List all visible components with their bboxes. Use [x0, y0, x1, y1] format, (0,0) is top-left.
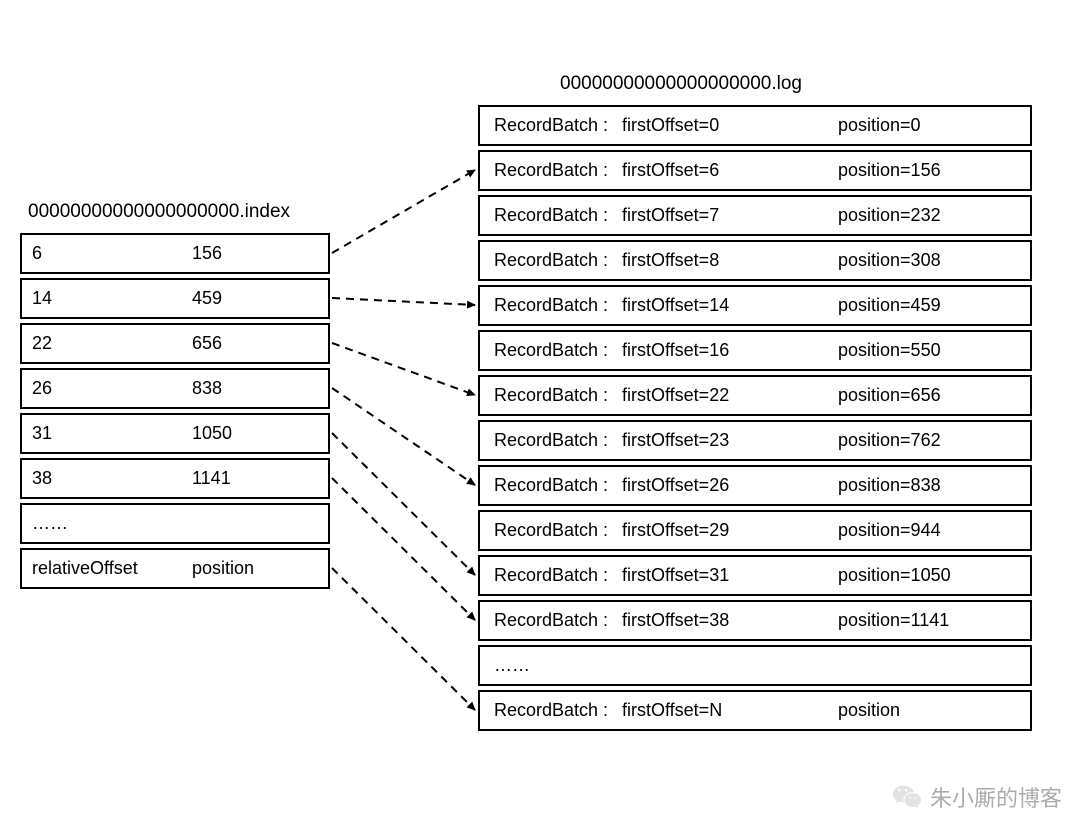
ellipsis-text: …… — [32, 513, 68, 534]
index-row: 22 656 — [20, 323, 330, 364]
log-first-offset: firstOffset=16 — [622, 340, 838, 361]
log-first-offset: firstOffset=7 — [622, 205, 838, 226]
log-row: RecordBatch : firstOffset=8 position=308 — [478, 240, 1032, 281]
log-first-offset: firstOffset=0 — [622, 115, 838, 136]
log-first-offset: firstOffset=38 — [622, 610, 838, 631]
log-prefix: RecordBatch : — [494, 115, 622, 136]
log-title: 00000000000000000000.log — [560, 73, 802, 95]
log-prefix: RecordBatch : — [494, 430, 622, 451]
log-prefix: RecordBatch : — [494, 700, 622, 721]
log-prefix: RecordBatch : — [494, 475, 622, 496]
log-prefix: RecordBatch : — [494, 295, 622, 316]
log-ellipsis: …… — [478, 645, 1032, 686]
log-first-offset: firstOffset=22 — [622, 385, 838, 406]
log-prefix: RecordBatch : — [494, 205, 622, 226]
log-first-offset: firstOffset=29 — [622, 520, 838, 541]
index-position: 838 — [192, 378, 222, 399]
index-position: 1050 — [192, 423, 232, 444]
log-first-offset: firstOffset=8 — [622, 250, 838, 271]
log-row: RecordBatch : firstOffset=29 position=94… — [478, 510, 1032, 551]
index-relative-offset: 26 — [32, 378, 192, 399]
log-first-offset: firstOffset=6 — [622, 160, 838, 181]
index-row: 6 156 — [20, 233, 330, 274]
log-row: RecordBatch : firstOffset=22 position=65… — [478, 375, 1032, 416]
index-relative-offset: 6 — [32, 243, 192, 264]
index-ellipsis: …… — [20, 503, 330, 544]
wechat-icon — [892, 782, 922, 812]
log-row: RecordBatch : firstOffset=0 position=0 — [478, 105, 1032, 146]
index-position: 459 — [192, 288, 222, 309]
log-prefix: RecordBatch : — [494, 385, 622, 406]
log-prefix: RecordBatch : — [494, 610, 622, 631]
index-footer-col2: position — [192, 558, 254, 579]
log-position: position — [838, 700, 900, 721]
index-footer-col1: relativeOffset — [32, 558, 192, 579]
log-row: RecordBatch : firstOffset=26 position=83… — [478, 465, 1032, 506]
log-first-offset: firstOffset=23 — [622, 430, 838, 451]
log-position: position=459 — [838, 295, 941, 316]
log-position: position=656 — [838, 385, 941, 406]
index-relative-offset: 38 — [32, 468, 192, 489]
log-prefix: RecordBatch : — [494, 250, 622, 271]
index-relative-offset: 14 — [32, 288, 192, 309]
log-position: position=1141 — [838, 610, 949, 631]
log-row: RecordBatch : firstOffset=23 position=76… — [478, 420, 1032, 461]
index-footer: relativeOffset position — [20, 548, 330, 589]
log-row: RecordBatch : firstOffset=14 position=45… — [478, 285, 1032, 326]
index-row: 38 1141 — [20, 458, 330, 499]
log-prefix: RecordBatch : — [494, 565, 622, 586]
watermark: 朱小厮的博客 — [892, 781, 1062, 813]
index-position: 156 — [192, 243, 222, 264]
ellipsis-text: …… — [494, 655, 530, 676]
log-position: position=838 — [838, 475, 941, 496]
log-position: position=232 — [838, 205, 941, 226]
index-title: 00000000000000000000.index — [28, 201, 290, 223]
log-first-offset: firstOffset=26 — [622, 475, 838, 496]
log-row-last: RecordBatch : firstOffset=N position — [478, 690, 1032, 731]
log-row: RecordBatch : firstOffset=7 position=232 — [478, 195, 1032, 236]
log-position: position=550 — [838, 340, 941, 361]
log-row: RecordBatch : firstOffset=6 position=156 — [478, 150, 1032, 191]
index-position: 1141 — [192, 468, 231, 489]
log-row: RecordBatch : firstOffset=16 position=55… — [478, 330, 1032, 371]
log-first-offset: firstOffset=14 — [622, 295, 838, 316]
log-row: RecordBatch : firstOffset=31 position=10… — [478, 555, 1032, 596]
watermark-text: 朱小厮的博客 — [930, 781, 1062, 813]
log-position: position=308 — [838, 250, 941, 271]
log-position: position=762 — [838, 430, 941, 451]
log-position: position=0 — [838, 115, 921, 136]
index-row: 14 459 — [20, 278, 330, 319]
log-first-offset: firstOffset=31 — [622, 565, 838, 586]
index-position: 656 — [192, 333, 222, 354]
log-prefix: RecordBatch : — [494, 340, 622, 361]
index-relative-offset: 22 — [32, 333, 192, 354]
log-first-offset: firstOffset=N — [622, 700, 838, 721]
log-position: position=944 — [838, 520, 941, 541]
index-relative-offset: 31 — [32, 423, 192, 444]
log-position: position=156 — [838, 160, 941, 181]
log-position: position=1050 — [838, 565, 951, 586]
index-row: 26 838 — [20, 368, 330, 409]
log-prefix: RecordBatch : — [494, 160, 622, 181]
log-row: RecordBatch : firstOffset=38 position=11… — [478, 600, 1032, 641]
log-prefix: RecordBatch : — [494, 520, 622, 541]
index-row: 31 1050 — [20, 413, 330, 454]
